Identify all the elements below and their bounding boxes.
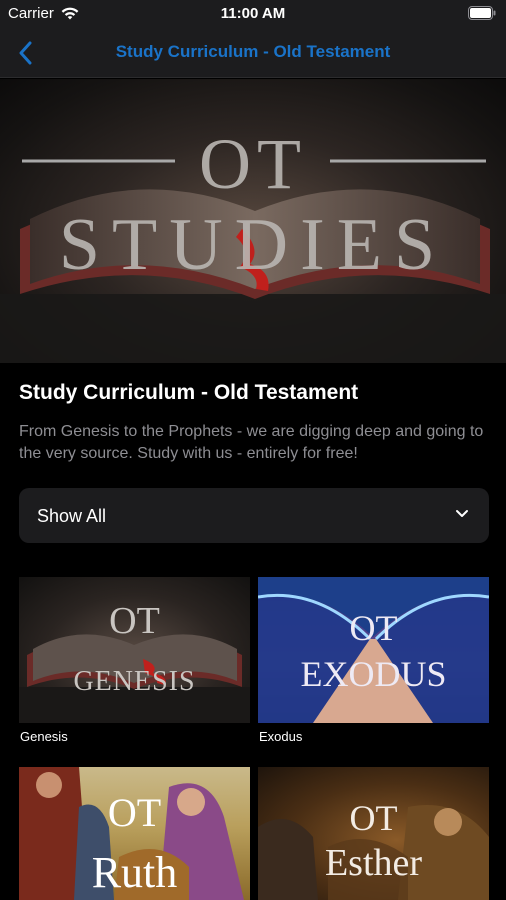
study-card-ruth[interactable]: OT Ruth [19,767,250,900]
study-card-art-bottom: Esther [324,842,423,884]
study-card-image: OT EXODUS [258,577,489,723]
sea-artwork [258,577,489,723]
study-card-art-top: OT [349,608,398,648]
filter-selected-value: Show All [37,506,107,526]
study-card-image: OT GENESIS [19,577,250,723]
battery-icon [468,6,496,20]
study-card-genesis[interactable]: OT GENESIS Genesis [19,577,250,744]
study-card-image: OT Esther [258,767,489,900]
study-card-art-top: OT [107,790,162,835]
section-title: Study Curriculum - Old Testament [19,381,359,404]
study-card-art-top: OT [109,600,160,642]
study-card-esther[interactable]: OT Esther [258,767,489,900]
hero-title-line2: STUDIES [58,204,448,286]
chevron-down-icon [456,510,468,517]
study-card-art-bottom: EXODUS [300,654,447,694]
study-card-art-bottom: GENESIS [73,666,196,697]
status-bar: Carrier 11:00 AM [0,0,506,28]
study-card-art-bottom: Ruth [91,848,178,897]
study-card-art-top: OT [349,798,398,838]
study-card-image: OT Ruth [19,767,250,900]
status-time: 11:00 AM [220,5,286,22]
section-description: From Genesis to the Prophets - we are di… [19,423,484,462]
hero-banner-image: OT STUDIES [0,79,506,363]
study-card-label: Exodus [259,729,303,744]
study-card-exodus[interactable]: OT EXODUS Exodus [258,577,489,744]
nav-title: Study Curriculum - Old Testament [115,42,391,61]
navigation-bar: Study Curriculum - Old Testament [0,28,506,78]
study-card-label: Genesis [20,729,68,744]
filter-dropdown[interactable]: Show All [19,488,489,543]
hero-title-line1: OT [199,124,307,204]
